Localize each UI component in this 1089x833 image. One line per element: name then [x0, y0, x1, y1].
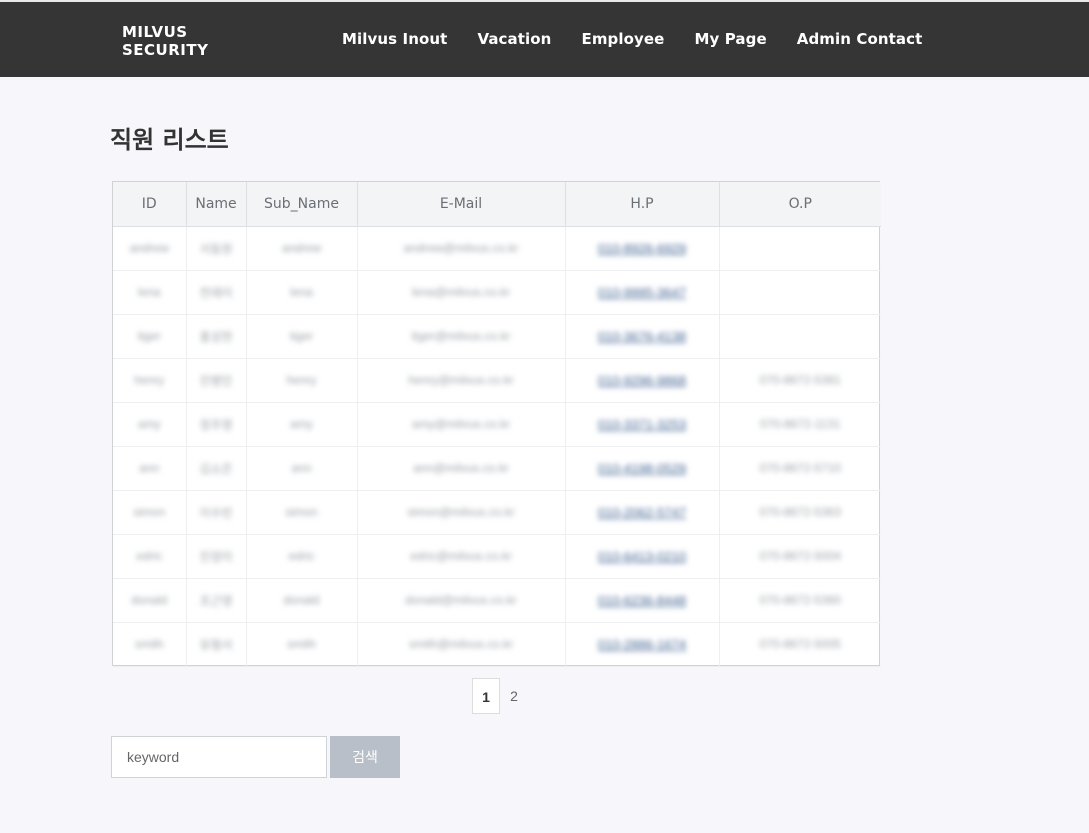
cell-op: 070-8672-5710: [719, 446, 881, 491]
cell-name: 진정미: [186, 534, 247, 579]
cell-hp[interactable]: 010-6413-0210: [565, 534, 720, 579]
cell-name: 조근영: [186, 578, 247, 623]
cell-name: 서동원: [186, 226, 247, 271]
cell-id: tiger: [113, 314, 187, 359]
cell-sub-name: andrew: [246, 226, 358, 271]
cell-op: [719, 314, 881, 359]
cell-sub-name: tiger: [246, 314, 358, 359]
cell-op: [719, 226, 881, 271]
cell-id: donald: [113, 578, 187, 623]
cell-hp[interactable]: 010-2886-1674: [565, 622, 720, 667]
table-body: andrew 서동원 andrew andrew@milvus.co.kr 010-89…: [113, 226, 881, 667]
cell-name: 유형서: [186, 622, 247, 667]
cell-id: simon: [113, 490, 187, 535]
cell-email: amy@milvus.co.kr: [357, 402, 566, 447]
cell-hp[interactable]: 010-3676-4138: [565, 314, 720, 359]
page-2-button[interactable]: 2: [500, 678, 528, 714]
table-row[interactable]: donald 조근영 donald donald@milvus.co.kr 010-62…: [113, 578, 881, 623]
table-row[interactable]: andrew 서동원 andrew andrew@milvus.co.kr 010-89…: [113, 226, 881, 271]
cell-email: donald@milvus.co.kr: [357, 578, 566, 623]
brand-line-2: SECURITY: [122, 41, 209, 59]
search-button[interactable]: 검색: [330, 736, 400, 778]
cell-name: 전레이: [186, 270, 247, 315]
cell-email: ann@milvus.co.kr: [357, 446, 566, 491]
cell-op: 070-8672-5360: [719, 578, 881, 623]
pagination: 1 2: [472, 678, 528, 714]
column-header-name[interactable]: Name: [186, 182, 247, 227]
column-header-sub-name[interactable]: Sub_Name: [246, 182, 358, 227]
column-header-id[interactable]: ID: [113, 182, 187, 227]
cell-email: smith@milvus.co.kr: [357, 622, 566, 667]
page-title: 직원 리스트: [110, 126, 229, 154]
cell-op: 070-8672-5381: [719, 358, 881, 403]
nav-vacation[interactable]: Vacation: [477, 30, 551, 48]
column-header-hp[interactable]: H.P: [565, 182, 720, 227]
column-header-email[interactable]: E-Mail: [357, 182, 566, 227]
cell-id: henry: [113, 358, 187, 403]
cell-id: ann: [113, 446, 187, 491]
main-nav: Milvus Inout Vacation Employee My Page A…: [342, 30, 922, 48]
nav-milvus-inout[interactable]: Milvus Inout: [342, 30, 447, 48]
cell-hp[interactable]: 010-2062-5747: [565, 490, 720, 535]
cell-id: lena: [113, 270, 187, 315]
cell-sub-name: lena: [246, 270, 358, 315]
cell-op: 070-8672-5004: [719, 534, 881, 579]
cell-email: tiger@milvus.co.kr: [357, 314, 566, 359]
brand-line-1: MILVUS: [122, 23, 188, 41]
cell-sub-name: edric: [246, 534, 358, 579]
cell-hp[interactable]: 010-6236-8448: [565, 578, 720, 623]
cell-id: amy: [113, 402, 187, 447]
cell-sub-name: simon: [246, 490, 358, 535]
table-row[interactable]: simon 이수빈 simon simon@milvus.co.kr 010-2062-…: [113, 490, 881, 535]
cell-id: edric: [113, 534, 187, 579]
employee-table: ID Name Sub_Name E-Mail H.P O.P andrew 서동…: [112, 181, 881, 667]
cell-email: andrew@milvus.co.kr: [357, 226, 566, 271]
table-row[interactable]: ann 김소은 ann ann@milvus.co.kr 010-4198-0529 07…: [113, 446, 881, 491]
cell-hp[interactable]: 010-8926-6929: [565, 226, 720, 271]
cell-hp[interactable]: 010-9995-3647: [565, 270, 720, 315]
table-header-row: ID Name Sub_Name E-Mail H.P O.P: [113, 182, 881, 227]
cell-email: henry@milvus.co.kr: [357, 358, 566, 403]
cell-hp[interactable]: 010-4198-0529: [565, 446, 720, 491]
table-row[interactable]: amy 정주영 amy amy@milvus.co.kr 010-3371-3253 07…: [113, 402, 881, 447]
cell-op: 070-8672-5005: [719, 622, 881, 667]
table-row[interactable]: tiger 홍성현 tiger tiger@milvus.co.kr 010-3676-…: [113, 314, 881, 359]
cell-op: [719, 270, 881, 315]
top-navbar: MILVUS SECURITY Milvus Inout Vacation Em…: [0, 0, 1089, 77]
search-input[interactable]: [111, 736, 327, 778]
page-1-button[interactable]: 1: [472, 678, 500, 714]
table-row[interactable]: henry 진병민 henry henry@milvus.co.kr 010-9296-…: [113, 358, 881, 403]
cell-email: edric@milvus.co.kr: [357, 534, 566, 579]
brand-logo[interactable]: MILVUS SECURITY: [122, 23, 208, 59]
cell-sub-name: henry: [246, 358, 358, 403]
cell-sub-name: smith: [246, 622, 358, 667]
table-row[interactable]: smith 유형서 smith smith@milvus.co.kr 010-2886-…: [113, 622, 881, 667]
table-row[interactable]: edric 진정미 edric edric@milvus.co.kr 010-6413-…: [113, 534, 881, 579]
cell-id: andrew: [113, 226, 187, 271]
table-row[interactable]: lena 전레이 lena lena@milvus.co.kr 010-9995-364…: [113, 270, 881, 315]
cell-name: 이수빈: [186, 490, 247, 535]
cell-name: 진병민: [186, 358, 247, 403]
nav-admin-contact[interactable]: Admin Contact: [797, 30, 923, 48]
cell-sub-name: amy: [246, 402, 358, 447]
cell-name: 김소은: [186, 446, 247, 491]
nav-employee[interactable]: Employee: [581, 30, 664, 48]
nav-my-page[interactable]: My Page: [694, 30, 766, 48]
cell-name: 정주영: [186, 402, 247, 447]
cell-hp[interactable]: 010-9296-9868: [565, 358, 720, 403]
cell-sub-name: donald: [246, 578, 358, 623]
cell-email: lena@milvus.co.kr: [357, 270, 566, 315]
cell-email: simon@milvus.co.kr: [357, 490, 566, 535]
column-header-op[interactable]: O.P: [719, 182, 881, 227]
cell-hp[interactable]: 010-3371-3253: [565, 402, 720, 447]
cell-name: 홍성현: [186, 314, 247, 359]
cell-op: 070-8672-1131: [719, 402, 881, 447]
cell-op: 070-8672-5363: [719, 490, 881, 535]
cell-sub-name: ann: [246, 446, 358, 491]
cell-id: smith: [113, 622, 187, 667]
